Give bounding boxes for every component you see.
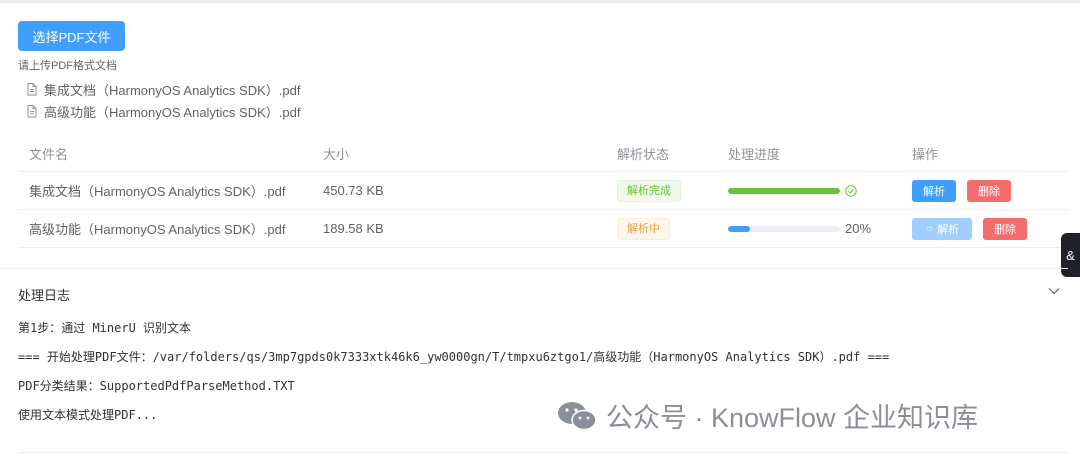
top-border <box>0 0 1080 3</box>
chevron-down-icon[interactable] <box>1048 287 1060 295</box>
status-badge: 解析完成 <box>617 179 681 202</box>
document-icon <box>26 104 38 118</box>
watermark: 公众号 · KnowFlow 企业知识库 <box>556 396 978 435</box>
row-size: 189.58 KB <box>323 221 384 236</box>
progress-bar <box>728 225 840 232</box>
wechat-icon <box>556 399 598 433</box>
header-filename: 文件名 <box>29 147 69 162</box>
row-filename: 集成文档（HarmonyOS Analytics SDK）.pdf <box>29 184 286 199</box>
upload-tip: 请上传PDF格式文档 <box>18 60 117 72</box>
row-size: 450.73 KB <box>323 183 384 198</box>
table-row: 集成文档（HarmonyOS Analytics SDK）.pdf 450.73… <box>18 172 1068 210</box>
header-size: 大小 <box>323 147 350 162</box>
progress-percent: 20% <box>845 221 872 236</box>
header-status: 解析状态 <box>617 147 670 162</box>
progress-fill <box>728 187 840 194</box>
row-filename: 高级功能（HarmonyOS Analytics SDK）.pdf <box>29 222 286 237</box>
header-progress: 处理进度 <box>728 147 781 162</box>
parse-button[interactable]: 解析 <box>912 179 956 202</box>
log-panel: 处理日志 第1步：通过 MinerU 识别文本 === 开始处理PDF文件：/v… <box>0 268 1068 422</box>
file-list-item[interactable]: 高级功能（HarmonyOS Analytics SDK）.pdf <box>26 100 300 122</box>
log-line: === 开始处理PDF文件：/var/folders/qs/3mp7gpds0k… <box>18 350 890 364</box>
loading-spinner-icon: ☼ <box>924 223 935 234</box>
log-panel-title[interactable]: 处理日志 <box>18 285 70 304</box>
document-icon <box>26 82 38 96</box>
progress-bar <box>728 187 840 194</box>
status-badge: 解析中 <box>617 217 670 240</box>
header-actions: 操作 <box>912 147 939 162</box>
log-line: 第1步：通过 MinerU 识别文本 <box>18 321 192 335</box>
table-row: 高级功能（HarmonyOS Analytics SDK）.pdf 189.58… <box>18 210 1068 248</box>
file-list-item-name: 集成文档（HarmonyOS Analytics SDK）.pdf <box>44 82 301 98</box>
file-list-item[interactable]: 集成文档（HarmonyOS Analytics SDK）.pdf <box>26 78 300 100</box>
select-pdf-button[interactable]: 选择PDF文件 <box>18 21 125 51</box>
check-circle-icon <box>845 184 857 197</box>
file-table: 文件名 大小 解析状态 处理进度 操作 集成文档（HarmonyOS Analy… <box>18 136 1068 248</box>
file-list-item-name: 高级功能（HarmonyOS Analytics SDK）.pdf <box>44 104 301 120</box>
watermark-text: 公众号 · KnowFlow 企业知识库 <box>606 403 979 433</box>
parse-button-loading[interactable]: ☼ 解析 <box>912 217 972 240</box>
progress-fill <box>728 225 751 232</box>
delete-button[interactable]: 删除 <box>983 217 1027 240</box>
side-floating-tab[interactable]: & <box>1061 233 1080 277</box>
delete-button[interactable]: 删除 <box>967 179 1011 202</box>
bottom-divider <box>18 452 1068 453</box>
side-tab-label: & <box>1066 247 1075 263</box>
uploaded-file-list: 集成文档（HarmonyOS Analytics SDK）.pdf 高级功能（H… <box>26 78 300 122</box>
parse-button-label: 解析 <box>937 223 960 236</box>
table-header: 文件名 大小 解析状态 处理进度 操作 <box>18 136 1068 172</box>
